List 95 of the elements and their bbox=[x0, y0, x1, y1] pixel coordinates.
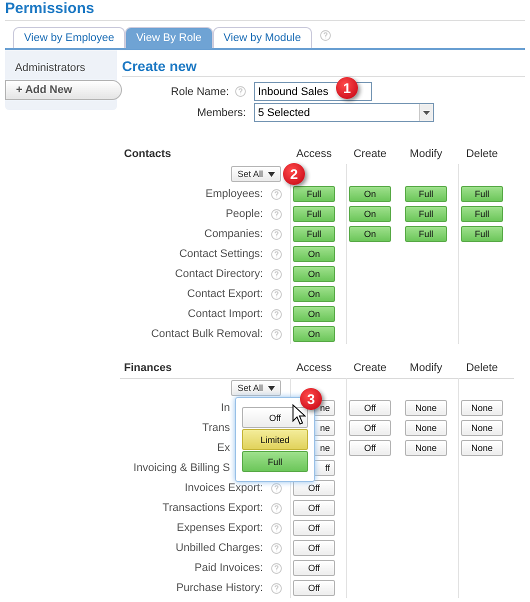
permission-button[interactable]: Full bbox=[461, 206, 503, 222]
members-select[interactable]: 5 Selected bbox=[254, 103, 434, 122]
help-icon[interactable] bbox=[271, 482, 282, 494]
column-header: Modify bbox=[408, 361, 444, 376]
permission-label: Contact Export: bbox=[187, 288, 263, 300]
permission-label: Expenses Export: bbox=[176, 522, 263, 534]
caret-icon bbox=[268, 386, 275, 390]
permission-button[interactable]: On bbox=[349, 186, 391, 202]
sidebar-item[interactable]: Administrators bbox=[5, 62, 117, 78]
column-header: Access bbox=[295, 361, 333, 376]
permission-label: Contact Import: bbox=[188, 308, 263, 320]
permission-button[interactable]: Off bbox=[349, 400, 391, 416]
permission-button[interactable]: Off bbox=[293, 500, 335, 516]
permission-label: Ex bbox=[217, 442, 230, 454]
menu-option[interactable]: Limited bbox=[242, 429, 308, 450]
permission-label: Contact Directory: bbox=[174, 268, 263, 280]
field-label: Members: bbox=[197, 106, 246, 118]
help-icon[interactable] bbox=[271, 542, 282, 554]
permission-label: Trans bbox=[202, 422, 230, 434]
column-header: Delete bbox=[465, 147, 499, 162]
permission-label: Invoicing & Billing S bbox=[133, 462, 230, 474]
add-new-button[interactable]: + Add New bbox=[5, 80, 122, 100]
menu-option[interactable]: Full bbox=[242, 451, 308, 472]
help-icon[interactable] bbox=[271, 522, 282, 534]
permission-label: Companies: bbox=[204, 228, 263, 240]
permission-button[interactable]: None bbox=[405, 400, 447, 416]
tab[interactable]: View by Employee bbox=[13, 27, 126, 48]
column-header: Create bbox=[352, 361, 388, 376]
permission-button[interactable]: None bbox=[405, 420, 447, 436]
set-all-button[interactable]: Set All bbox=[231, 166, 281, 182]
permission-button[interactable]: On bbox=[349, 226, 391, 242]
help-icon[interactable] bbox=[271, 228, 282, 240]
column-header: Access bbox=[295, 147, 333, 162]
column-header: Delete bbox=[465, 361, 499, 376]
permission-button[interactable]: Full bbox=[293, 226, 335, 242]
permission-button[interactable]: Full bbox=[461, 186, 503, 202]
tab[interactable]: View by Module bbox=[212, 27, 312, 48]
permission-label: Paid Invoices: bbox=[194, 562, 263, 574]
permission-button[interactable]: On bbox=[293, 286, 335, 302]
permission-button[interactable]: Full bbox=[405, 226, 447, 242]
permission-label: Contact Settings: bbox=[179, 248, 263, 260]
step-number: 2 bbox=[283, 163, 305, 185]
permission-label: Employees: bbox=[206, 188, 263, 200]
permission-button[interactable]: Full bbox=[405, 186, 447, 202]
section-heading: Create new bbox=[122, 55, 525, 77]
cursor-icon bbox=[292, 404, 306, 426]
permission-button[interactable]: On bbox=[349, 206, 391, 222]
help-icon[interactable] bbox=[271, 502, 282, 514]
help-icon[interactable] bbox=[271, 248, 282, 260]
permission-button[interactable]: Off bbox=[293, 540, 335, 556]
help-icon[interactable] bbox=[271, 582, 282, 594]
permission-button[interactable]: On bbox=[293, 266, 335, 282]
permission-label: Contact Bulk Removal: bbox=[151, 328, 263, 340]
field-label: Role Name: bbox=[170, 86, 229, 98]
permission-button[interactable]: Off bbox=[349, 420, 391, 436]
page-title: Permissions bbox=[5, 0, 525, 21]
permission-button[interactable]: None bbox=[461, 400, 503, 416]
permission-button[interactable]: Full bbox=[405, 206, 447, 222]
permission-button[interactable]: Off bbox=[293, 580, 335, 596]
permission-label: Transactions Export: bbox=[162, 502, 263, 514]
permission-button[interactable]: Full bbox=[293, 186, 335, 202]
permission-button[interactable]: Off bbox=[293, 560, 335, 576]
permission-button[interactable]: Off bbox=[349, 440, 391, 456]
permission-button[interactable]: None bbox=[461, 440, 503, 456]
permission-label: In bbox=[220, 402, 230, 414]
help-icon[interactable] bbox=[271, 268, 282, 280]
set-all-button[interactable]: Set All bbox=[231, 380, 281, 396]
permission-label: Purchase History: bbox=[176, 582, 263, 594]
step-number: 3 bbox=[300, 388, 322, 410]
permission-button[interactable]: On bbox=[293, 326, 335, 342]
section-title: Finances bbox=[123, 361, 173, 376]
help-icon[interactable] bbox=[271, 562, 282, 574]
column-header: Modify bbox=[408, 147, 444, 162]
column-header: Create bbox=[352, 147, 388, 162]
permission-label: Unbilled Charges: bbox=[176, 542, 263, 554]
permission-button[interactable]: On bbox=[293, 306, 335, 322]
permission-label: People: bbox=[226, 208, 263, 220]
permission-label: Invoices Export: bbox=[184, 482, 263, 494]
help-icon[interactable] bbox=[271, 328, 282, 340]
permission-button[interactable]: On bbox=[293, 246, 335, 262]
caret-icon bbox=[268, 172, 275, 176]
help-icon[interactable] bbox=[271, 188, 282, 200]
permission-button[interactable]: None bbox=[461, 420, 503, 436]
permission-button[interactable]: Off bbox=[293, 480, 335, 496]
help-icon[interactable] bbox=[271, 208, 282, 220]
section-title: Contacts bbox=[123, 147, 172, 162]
help-icon[interactable] bbox=[320, 30, 331, 41]
permission-button[interactable]: Full bbox=[461, 226, 503, 242]
permission-button[interactable]: Full bbox=[293, 206, 335, 222]
step-number: 1 bbox=[336, 77, 358, 99]
permission-button[interactable]: Off bbox=[293, 520, 335, 536]
help-icon[interactable] bbox=[271, 308, 282, 320]
permission-button[interactable]: None bbox=[405, 440, 447, 456]
help-icon[interactable] bbox=[235, 86, 246, 97]
help-icon[interactable] bbox=[271, 288, 282, 300]
